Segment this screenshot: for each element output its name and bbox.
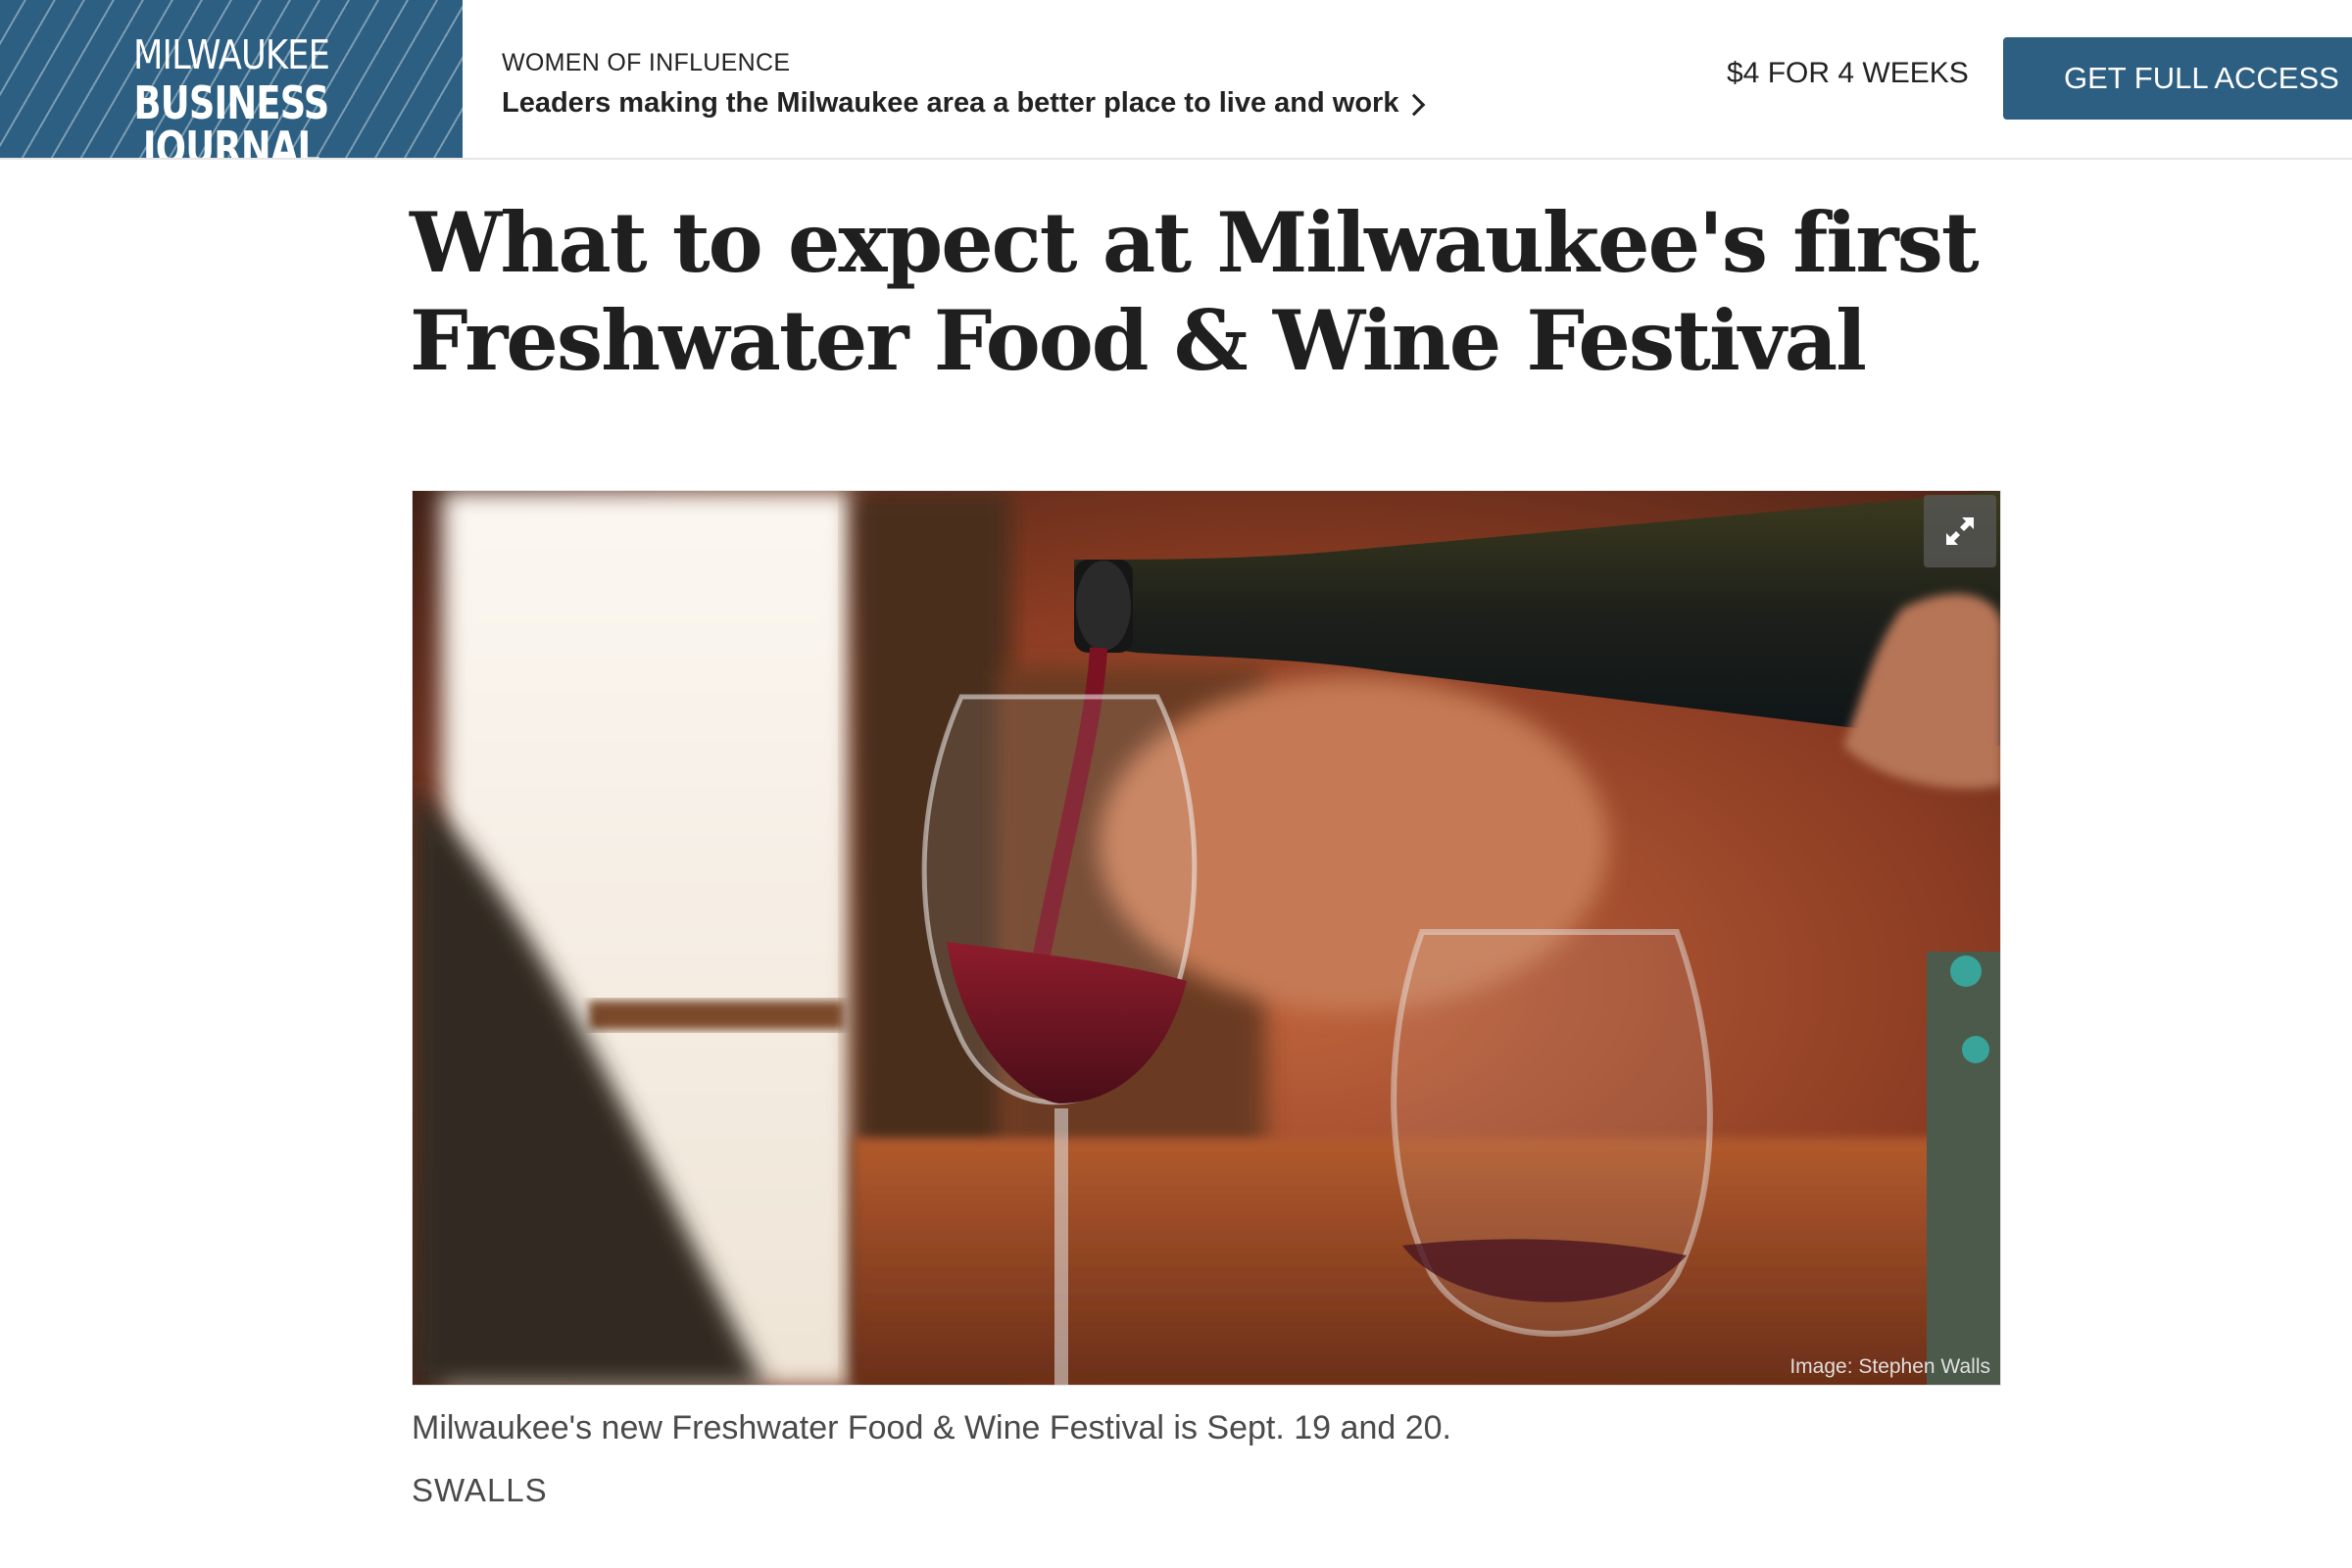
expand-image-button[interactable]	[1924, 495, 1996, 567]
subscription-offer-link[interactable]: $4 FOR 4 WEEKS	[1727, 59, 1969, 88]
logo-line-1: MILWAUKEE	[132, 31, 330, 78]
promo-link-label: Leaders making the Milwaukee area a bett…	[502, 87, 1399, 119]
image-credit: Image: Stephen Walls	[1789, 1355, 1990, 1378]
promo-banner: WOMEN OF INFLUENCE Leaders making the Mi…	[502, 49, 1426, 119]
article-hero-image: Image: Stephen Walls	[412, 490, 2001, 1386]
article-headline: What to expect at Milwaukee's first Fres…	[410, 194, 1980, 389]
promo-link[interactable]: Leaders making the Milwaukee area a bett…	[502, 87, 1426, 119]
site-header: MILWAUKEE BUSINESS JOURNAL WOMEN OF INFL…	[0, 0, 2352, 160]
expand-icon	[1946, 517, 1974, 545]
get-full-access-button[interactable]: GET FULL ACCESS	[2003, 37, 2352, 120]
logo-line-2: BUSINESS JOURNAL	[133, 76, 329, 158]
image-caption: Milwaukee's new Freshwater Food & Wine F…	[412, 1409, 1451, 1446]
chevron-right-icon	[1403, 93, 1426, 116]
site-logo[interactable]: MILWAUKEE BUSINESS JOURNAL	[0, 0, 463, 158]
wine-pour-photo	[413, 491, 2000, 1385]
promo-kicker: WOMEN OF INFLUENCE	[502, 49, 791, 76]
photo-byline: SWALLS	[412, 1472, 548, 1508]
